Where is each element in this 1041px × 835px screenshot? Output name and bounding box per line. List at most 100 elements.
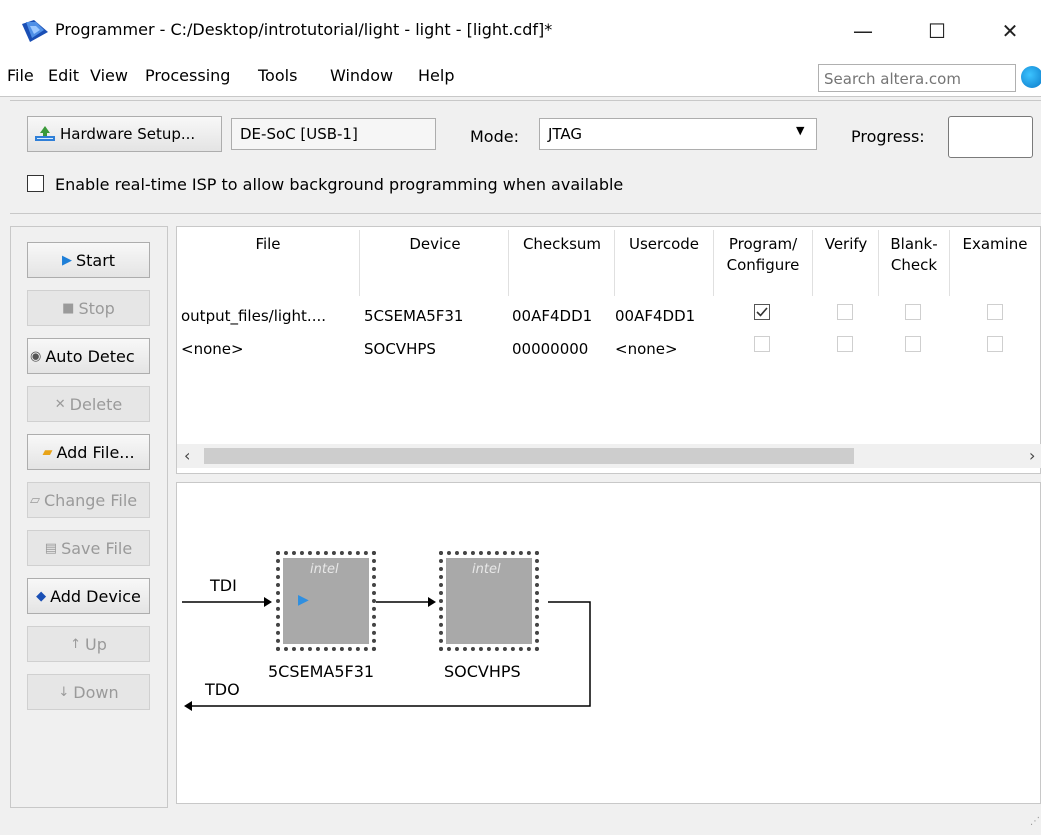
start-icon: ▶: [61, 252, 72, 268]
hardware-setup-label: Hardware Setup...: [60, 125, 196, 143]
add-file-label: Add File...: [56, 442, 135, 462]
auto-detect-label: Auto Detec: [45, 346, 135, 366]
maximize-button[interactable]: ☐: [914, 14, 960, 48]
search-box[interactable]: [818, 64, 1016, 92]
menu-view[interactable]: View: [90, 66, 128, 85]
change-file-icon: ▱: [30, 492, 40, 508]
table-row-checksum: 00AF4DD1: [512, 307, 593, 325]
header-blank-check[interactable]: Blank- Check: [880, 234, 948, 276]
isp-label: Enable real-time ISP to allow background…: [55, 175, 624, 194]
menu-edit[interactable]: Edit: [48, 66, 79, 85]
device-label: SOCVHPS: [444, 662, 521, 681]
header-usercode[interactable]: Usercode: [617, 234, 711, 255]
hardware-field: DE-SoC [USB-1]: [231, 118, 436, 150]
header-file[interactable]: File: [230, 234, 306, 255]
stop-label: Stop: [78, 298, 115, 318]
column-divider: [359, 230, 360, 296]
mode-label: Mode:: [470, 127, 519, 146]
table-row-checksum: 00000000: [512, 340, 589, 358]
table-row-file[interactable]: output_files/light....: [181, 307, 326, 325]
minimize-button[interactable]: —: [840, 14, 886, 48]
examine-checkbox[interactable]: [987, 336, 1003, 352]
save-file-icon: ▤: [44, 540, 58, 556]
table-row-usercode: <none>: [615, 340, 678, 358]
start-label: Start: [75, 250, 116, 270]
menu-file[interactable]: File: [7, 66, 34, 85]
column-divider: [508, 230, 509, 296]
play-indicator-icon: ▶: [298, 592, 309, 608]
progress-bar: [948, 116, 1033, 158]
progress-label: Progress:: [851, 127, 925, 146]
hardware-setup-icon: [35, 126, 55, 141]
table-row-device: 5CSEMA5F31: [364, 307, 464, 325]
quartus-app-icon: [22, 20, 48, 42]
header-examine[interactable]: Examine: [952, 234, 1038, 255]
header-verify[interactable]: Verify: [815, 234, 877, 255]
header-checksum[interactable]: Checksum: [512, 234, 612, 255]
intel-logo: intel: [310, 562, 339, 577]
table-row-file[interactable]: <none>: [181, 340, 244, 358]
scroll-left-icon[interactable]: ‹: [184, 446, 190, 465]
menu-window[interactable]: Window: [330, 66, 393, 85]
table-row-usercode: 00AF4DD1: [615, 307, 696, 325]
column-divider: [614, 230, 615, 296]
change-file-label: Change File: [44, 490, 138, 510]
intel-logo: intel: [472, 562, 501, 577]
add-file-icon: ▰: [42, 444, 53, 460]
save-file-label: Save File: [61, 538, 133, 558]
column-divider: [878, 230, 879, 296]
blank-check-checkbox[interactable]: [905, 336, 921, 352]
tdo-label: TDO: [205, 680, 240, 699]
menu-processing[interactable]: Processing: [145, 66, 230, 85]
column-divider: [713, 230, 714, 296]
add-device-label: Add Device: [50, 586, 141, 606]
status-bar: [0, 808, 1041, 835]
header-device[interactable]: Device: [395, 234, 475, 255]
resize-grip-icon[interactable]: ⋰: [1030, 816, 1040, 827]
auto-detect-icon: ◉: [30, 348, 42, 364]
up-button[interactable]: ↑ Up: [27, 626, 150, 662]
down-icon: ↓: [58, 684, 70, 700]
menu-help[interactable]: Help: [418, 66, 454, 85]
delete-button[interactable]: ✕ Delete: [27, 386, 150, 422]
window-title: Programmer - C:/Desktop/introtutorial/li…: [55, 20, 553, 39]
auto-detect-button[interactable]: ◉ Auto Detec: [27, 338, 150, 374]
delete-icon: ✕: [54, 396, 66, 412]
menu-tools[interactable]: Tools: [258, 66, 297, 85]
add-device-button[interactable]: ◆ Add Device: [27, 578, 150, 614]
examine-checkbox[interactable]: [987, 304, 1003, 320]
hardware-setup-button[interactable]: Hardware Setup...: [27, 116, 222, 152]
tdi-label: TDI: [210, 576, 237, 595]
start-button[interactable]: ▶ Start: [27, 242, 150, 278]
program-checkbox[interactable]: [754, 304, 770, 320]
delete-label: Delete: [69, 394, 123, 414]
up-icon: ↑: [70, 636, 82, 652]
save-file-button[interactable]: ▤ Save File: [27, 530, 150, 566]
verify-checkbox[interactable]: [837, 336, 853, 352]
add-device-icon: ◆: [36, 588, 47, 604]
isp-checkbox[interactable]: [27, 175, 44, 192]
mode-select[interactable]: JTAG: [539, 118, 817, 150]
program-checkbox[interactable]: [754, 336, 770, 352]
scroll-right-icon[interactable]: ›: [1029, 446, 1035, 465]
globe-icon[interactable]: [1021, 66, 1041, 88]
scrollbar-thumb[interactable]: [204, 448, 854, 464]
device-label: 5CSEMA5F31: [268, 662, 375, 681]
table-row-device: SOCVHPS: [364, 340, 436, 358]
stop-button[interactable]: ■ Stop: [27, 290, 150, 326]
stop-icon: ■: [62, 300, 75, 316]
checkmark-icon: [756, 307, 768, 317]
down-button[interactable]: ↓ Down: [27, 674, 150, 710]
add-file-button[interactable]: ▰ Add File...: [27, 434, 150, 470]
column-divider: [949, 230, 950, 296]
blank-check-checkbox[interactable]: [905, 304, 921, 320]
search-input[interactable]: [822, 66, 1016, 92]
up-label: Up: [85, 634, 107, 654]
verify-checkbox[interactable]: [837, 304, 853, 320]
down-label: Down: [73, 682, 119, 702]
chevron-down-icon: ▼: [796, 124, 805, 137]
change-file-button[interactable]: ▱ Change File: [27, 482, 150, 518]
column-divider: [812, 230, 813, 296]
close-button[interactable]: ✕: [987, 14, 1033, 48]
header-program-configure[interactable]: Program/ Configure: [716, 234, 810, 276]
